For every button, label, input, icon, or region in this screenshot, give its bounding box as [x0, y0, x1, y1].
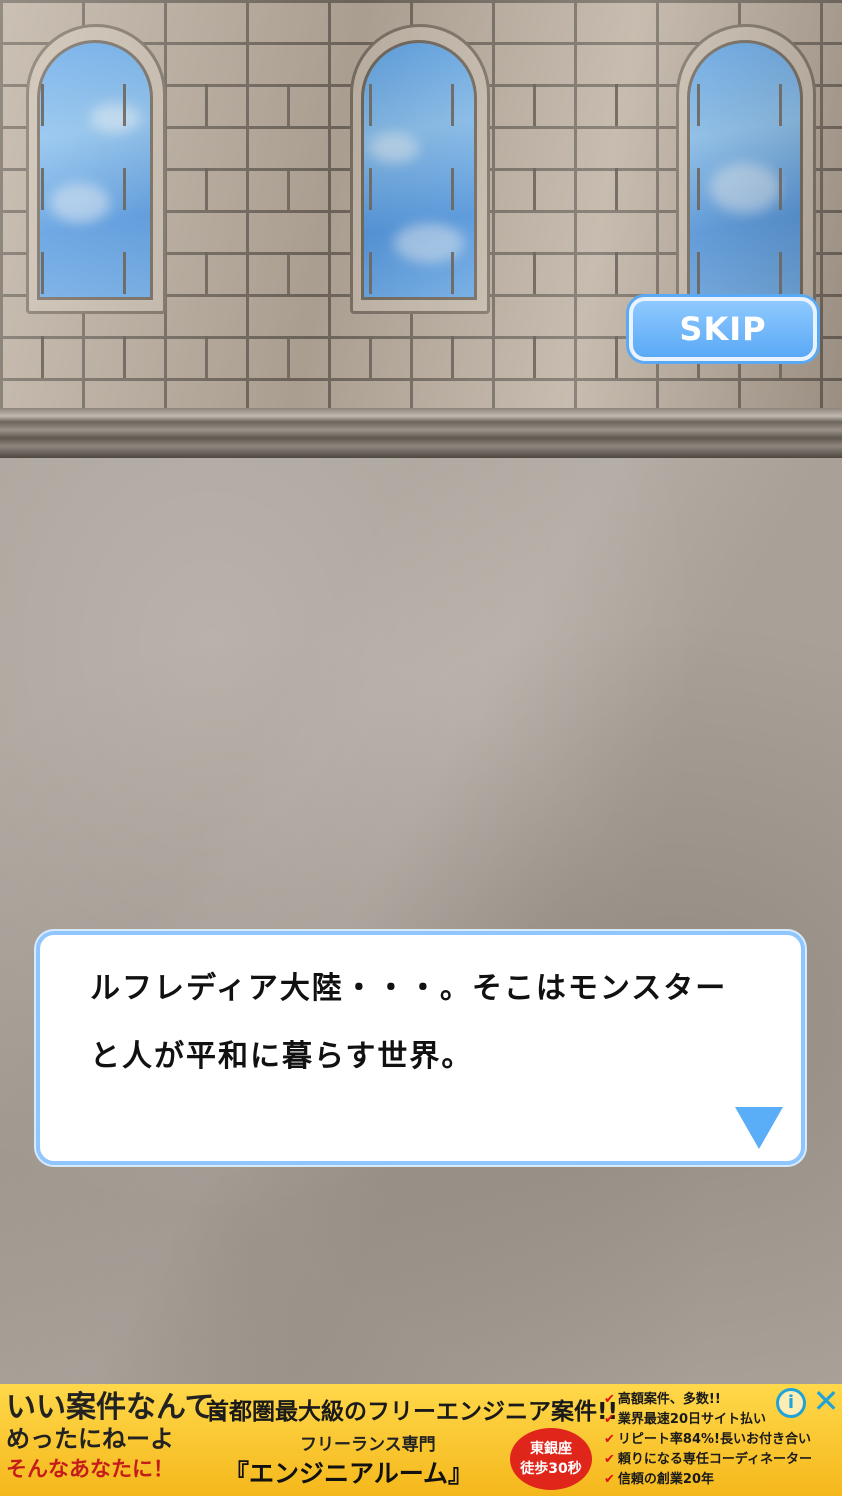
skip-button[interactable]: SKIP — [629, 297, 817, 361]
triangle-down-icon[interactable] — [735, 1107, 783, 1149]
ad-feature-item: ✔ 頼りになる専任コーディネーター — [604, 1452, 812, 1467]
check-icon: ✔ — [604, 1392, 615, 1407]
window-frame-left — [26, 24, 166, 314]
close-icon[interactable]: ✕ — [812, 1385, 840, 1417]
ad-brand: 『エンジニアルーム』 — [224, 1459, 474, 1488]
ad-location-badge: 東銀座 徒歩30秒 — [510, 1428, 592, 1490]
ad-tagline-line-2: めったにねーよ — [6, 1425, 174, 1453]
wall-ledge — [0, 408, 842, 458]
ad-subtitle: フリーランス専門 — [300, 1435, 436, 1455]
dialogue-line-2: と人が平和に暮らす世界。 — [90, 1039, 474, 1074]
sky-window-center — [361, 40, 477, 300]
ad-tagline-line-1: いい案件なんて、 — [6, 1390, 243, 1425]
check-icon: ✔ — [604, 1472, 615, 1487]
ad-tagline: いい案件なんて、 めったにねーよ そんなあなたに！ — [6, 1390, 243, 1484]
check-icon: ✔ — [604, 1452, 615, 1467]
ad-feature-item: ✔ 信頼の創業20年 — [604, 1472, 714, 1487]
window-frame-center — [350, 24, 490, 314]
info-icon[interactable]: i — [776, 1388, 806, 1418]
stone-floor — [0, 458, 842, 1384]
ad-badge-line-1: 東銀座 — [530, 1441, 572, 1457]
ad-feature-item: ✔ リピート率84%!長いお付き合い — [604, 1432, 811, 1447]
dialogue-line-1: ルフレディア大陸・・・。そこはモンスター — [90, 971, 728, 1006]
ad-headline: 首都圏最大級のフリーエンジニア案件!! — [206, 1399, 618, 1425]
check-icon: ✔ — [604, 1412, 615, 1427]
dialogue-box[interactable]: ルフレディア大陸・・・。そこはモンスター と人が平和に暮らす世界。 — [36, 931, 805, 1165]
ad-badge-line-2: 徒歩30秒 — [520, 1461, 582, 1477]
window-frame-right — [676, 24, 816, 314]
sky-window-right — [687, 40, 803, 300]
sky-window-left — [37, 40, 153, 300]
ad-tagline-line-3: そんなあなたに！ — [6, 1457, 174, 1481]
ad-banner[interactable]: いい案件なんて、 めったにねーよ そんなあなたに！ 首都圏最大級のフリーエンジニ… — [0, 1384, 842, 1496]
check-icon: ✔ — [604, 1432, 615, 1447]
